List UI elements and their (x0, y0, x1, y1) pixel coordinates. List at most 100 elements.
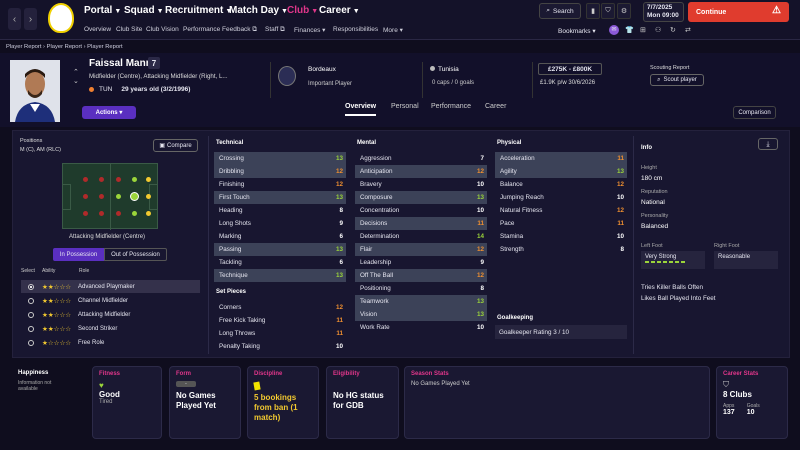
radio[interactable] (28, 325, 34, 332)
attribute-row[interactable]: First Touch 13 (214, 191, 346, 204)
season-stats-card[interactable]: Season Stats No Games Played Yet (404, 366, 710, 439)
attribute-row[interactable]: Agility 13 (495, 165, 627, 178)
people-icon[interactable]: ⚇ (655, 26, 661, 34)
attribute-row[interactable]: Heading 8 (214, 204, 346, 217)
menu-match-day[interactable]: Match Day ▼ (229, 5, 288, 16)
menu-portal[interactable]: Portal ▼ (84, 5, 121, 16)
menu-club[interactable]: Club ▼ (287, 5, 318, 16)
club-name[interactable]: Bordeaux (308, 66, 336, 73)
attribute-row[interactable]: Determination 14 (355, 230, 487, 243)
role-row[interactable]: ★☆☆☆☆ Free Role (21, 336, 200, 349)
continue-button[interactable]: Continue ⚠ (688, 2, 789, 22)
eligibility-card[interactable]: Eligibility No HG status for GDB (326, 366, 399, 439)
attribute-row[interactable]: Pace 11 (495, 217, 627, 230)
attribute-row[interactable]: Positioning 8 (355, 282, 487, 295)
player-nav-arrows[interactable]: ⌃ ⌄ (73, 68, 79, 86)
attribute-row[interactable]: Flair 12 (355, 243, 487, 256)
attribute-row[interactable]: Bravery 10 (355, 178, 487, 191)
tab-career[interactable]: Career (485, 103, 506, 110)
attribute-row[interactable]: Acceleration 11 (495, 152, 627, 165)
role-row[interactable]: ★★☆☆☆ Channel Midfielder (21, 294, 200, 307)
tab-overview[interactable]: Overview (345, 103, 377, 116)
in-possession-tab[interactable]: In Possession (53, 248, 104, 261)
attribute-row[interactable]: Aggression 7 (355, 152, 487, 165)
attribute-row[interactable]: Free Kick Taking 11 (214, 314, 346, 327)
submenu-finances[interactable]: Finances ▾ (294, 26, 325, 34)
attribute-row[interactable]: Work Rate 10 (355, 321, 487, 334)
attribute-row[interactable]: Composure 13 (355, 191, 487, 204)
attribute-row[interactable]: Off The Ball 12 (355, 269, 487, 282)
menu-career[interactable]: Career ▼ (319, 5, 360, 16)
attribute-row[interactable]: Jumping Reach 10 (495, 191, 627, 204)
radio[interactable] (28, 339, 34, 346)
submenu-responsibilities[interactable]: Responsibilities (333, 26, 378, 33)
club-crest-icon[interactable] (48, 3, 74, 33)
scout-player-button[interactable]: ⌕ Scout player (650, 74, 704, 86)
attribute-row[interactable]: Tackling 6 (214, 256, 346, 269)
country[interactable]: Tunisia (430, 66, 459, 73)
attribute-row[interactable]: Long Shots 9 (214, 217, 346, 230)
discipline-card[interactable]: Discipline 5 bookings from ban (1 match) (247, 366, 319, 439)
tab-personal[interactable]: Personal (391, 103, 419, 110)
attribute-row[interactable]: Decisions 11 (355, 217, 487, 230)
attribute-row[interactable]: Crossing 13 (214, 152, 346, 165)
submenu-more[interactable]: More ▾ (383, 26, 403, 34)
gear-icon[interactable]: ⚙ (617, 3, 631, 19)
attribute-row[interactable]: Long Throws 11 (214, 327, 346, 340)
menu-recruitment[interactable]: Recruitment ▼ (165, 5, 232, 16)
search-button[interactable]: ⌕ Search (539, 3, 581, 19)
forward-icon[interactable]: › (24, 8, 37, 30)
submenu-club-vision[interactable]: Club Vision (146, 26, 179, 33)
attribute-row[interactable]: Natural Fitness 12 (495, 204, 627, 217)
attribute-row[interactable]: Concentration 10 (355, 204, 487, 217)
radio[interactable] (28, 297, 34, 304)
attribute-row[interactable]: Penalty Taking 10 (214, 340, 346, 353)
role-row[interactable]: ★★☆☆☆ Advanced Playmaker (21, 280, 200, 293)
attribute-name: Vision (360, 311, 378, 318)
shield-icon[interactable]: ⛉ (601, 3, 615, 19)
date-display[interactable]: 7/7/2025 Mon 09:00 (643, 2, 684, 22)
submenu-performance-feedback[interactable]: Performance Feedback ⧉ (183, 26, 257, 34)
refresh-icon[interactable]: ↻ (670, 26, 676, 34)
player-value[interactable]: £275K - £800K (538, 63, 602, 75)
attribute-row[interactable]: Corners 12 (214, 301, 346, 314)
submenu-staff[interactable]: Staff ⧉ (265, 26, 285, 34)
fitness-card[interactable]: Fitness ♥ Good Tired (92, 366, 162, 439)
attribute-row[interactable]: Strength 8 (495, 243, 627, 256)
transfer-icon[interactable]: ⇄ (685, 26, 691, 34)
attribute-row[interactable]: Stamina 10 (495, 230, 627, 243)
breadcrumb[interactable]: Player Report › Player Report › Player R… (6, 44, 123, 50)
radio[interactable] (28, 311, 34, 318)
comparison-button[interactable]: Comparison (733, 106, 776, 119)
career-stats-card[interactable]: Career Stats ⛉ 8 Clubs Apps 137 Goals 10 (716, 366, 788, 439)
shirt-icon[interactable]: 👕 (625, 26, 634, 34)
menu-squad[interactable]: Squad ▼ (124, 5, 164, 16)
attribute-row[interactable]: Passing 13 (214, 243, 346, 256)
role-row[interactable]: ★★☆☆☆ Attacking Midfielder (21, 308, 200, 321)
club-badge-icon[interactable] (278, 66, 296, 86)
download-icon[interactable]: ⤓ (758, 138, 778, 150)
tab-performance[interactable]: Performance (431, 103, 471, 110)
attribute-row[interactable]: Finishing 12 (214, 178, 346, 191)
out-of-possession-tab[interactable]: Out of Possession (104, 248, 167, 261)
back-icon[interactable]: ‹ (8, 8, 21, 30)
chat-icon[interactable]: ✉ (609, 25, 619, 35)
attribute-row[interactable]: Marking 6 (214, 230, 346, 243)
attribute-row[interactable]: Dribbling 12 (214, 165, 346, 178)
attribute-row[interactable]: Vision 13 (355, 308, 487, 321)
compare-button[interactable]: ▣ Compare (153, 139, 198, 152)
attribute-row[interactable]: Anticipation 12 (355, 165, 487, 178)
inbox-icon[interactable]: ▮ (586, 3, 600, 19)
role-row[interactable]: ★★☆☆☆ Second Striker (21, 322, 200, 335)
attribute-row[interactable]: Technique 13 (214, 269, 346, 282)
bookmarks-dropdown[interactable]: Bookmarks ▾ (558, 27, 596, 35)
form-card[interactable]: Form - No Games Played Yet (169, 366, 241, 439)
submenu-club-site[interactable]: Club Site (116, 26, 142, 33)
attribute-row[interactable]: Leadership 9 (355, 256, 487, 269)
actions-button[interactable]: Actions ▾ (82, 106, 136, 119)
attribute-row[interactable]: Teamwork 13 (355, 295, 487, 308)
submenu-overview[interactable]: Overview (84, 26, 111, 33)
radio-selected[interactable] (28, 283, 34, 290)
attribute-row[interactable]: Balance 12 (495, 178, 627, 191)
tactics-icon[interactable]: ⊞ (640, 26, 646, 34)
